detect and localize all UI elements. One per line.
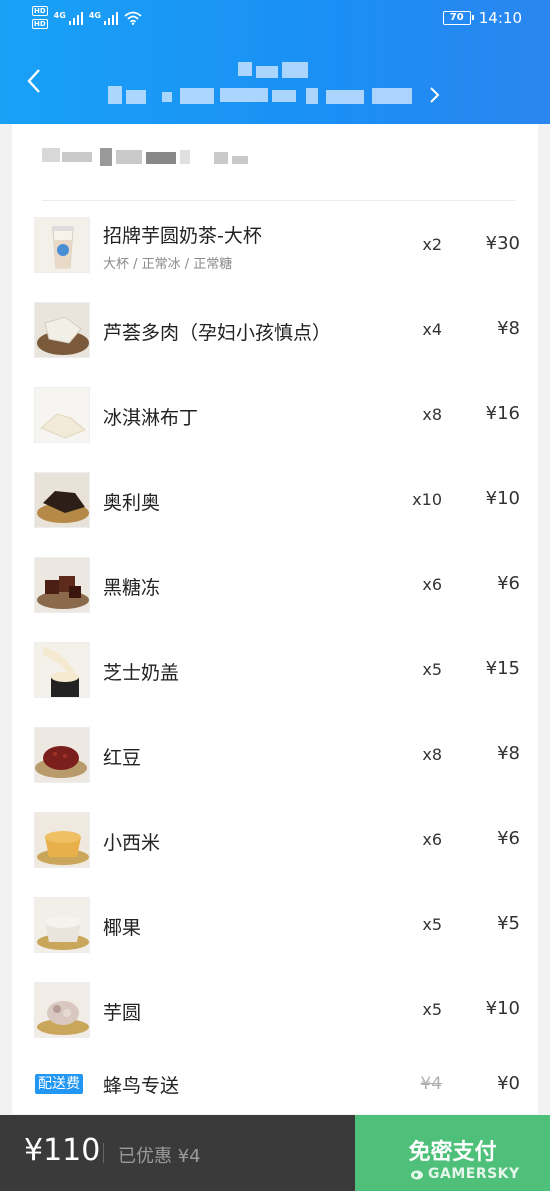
delivery-price: ¥0 xyxy=(497,1073,520,1094)
hd-badge: HD xyxy=(32,6,48,16)
milk-tea-icon xyxy=(34,217,90,273)
list-item[interactable]: 红豆 x8 ¥8 xyxy=(34,727,520,783)
delivery-row: 配送费 蜂鸟专送 ¥4 ¥0 xyxy=(34,1070,520,1100)
delivery-original-price: ¥4 xyxy=(420,1074,442,1094)
item-price: ¥30 xyxy=(485,233,520,254)
item-price: ¥8 xyxy=(497,743,520,764)
list-item[interactable]: 芝士奶盖 x5 ¥15 xyxy=(34,642,520,698)
status-signals: HD HD 4G 4G xyxy=(32,6,142,29)
title-chevron-right-icon[interactable] xyxy=(428,86,440,104)
coconut-jelly-icon xyxy=(34,897,90,953)
list-item[interactable]: 奥利奥 x10 ¥10 xyxy=(34,472,520,528)
wifi-icon xyxy=(124,11,142,25)
item-price: ¥8 xyxy=(497,318,520,339)
item-name: 芋圆 xyxy=(103,1002,142,1024)
total-amount: ¥110 xyxy=(24,1133,101,1168)
pudding-icon xyxy=(34,387,90,443)
header: HD HD 4G 4G 70 14:10 xyxy=(0,0,550,124)
oreo-icon xyxy=(34,472,90,528)
item-qty: x6 xyxy=(422,575,442,594)
delivery-fee-badge: 配送费 xyxy=(35,1074,83,1094)
list-item[interactable]: 椰果 x5 ¥5 xyxy=(34,897,520,953)
list-item[interactable]: 芋圆 x5 ¥10 xyxy=(34,982,520,1038)
item-qty: x6 xyxy=(422,830,442,849)
item-price: ¥5 xyxy=(497,913,520,934)
item-name: 芝士奶盖 xyxy=(103,662,180,684)
item-name: 招牌芋圆奶茶-大杯 xyxy=(103,225,262,247)
item-qty: x5 xyxy=(422,660,442,679)
taro-ball-icon xyxy=(34,982,90,1038)
battery-icon: 70 xyxy=(442,11,474,25)
watermark: GAMERSKY xyxy=(428,1166,520,1182)
list-item[interactable]: 芦荟多肉（孕妇小孩慎点） x4 ¥8 xyxy=(34,302,520,358)
item-price: ¥10 xyxy=(485,488,520,509)
red-bean-icon xyxy=(34,727,90,783)
signal-icon: 4G xyxy=(54,11,83,25)
weibo-logo-icon xyxy=(411,1170,423,1180)
item-qty: x8 xyxy=(422,745,442,764)
item-qty: x2 xyxy=(422,235,442,254)
item-price: ¥15 xyxy=(485,658,520,679)
item-spec: 大杯 / 正常冰 / 正常糖 xyxy=(103,257,233,272)
status-bar: HD HD 4G 4G 70 14:10 xyxy=(0,0,550,40)
divider xyxy=(103,1143,104,1163)
item-qty: x8 xyxy=(422,405,442,424)
item-price: ¥6 xyxy=(497,828,520,849)
item-price: ¥6 xyxy=(497,573,520,594)
cheese-foam-icon xyxy=(34,642,90,698)
item-name: 红豆 xyxy=(103,747,142,769)
signal-icon-2: 4G xyxy=(89,11,118,25)
status-right: 70 14:10 xyxy=(442,9,522,27)
discount-text: 已优惠 ¥4 xyxy=(118,1146,201,1167)
item-name: 芦荟多肉（孕妇小孩慎点） xyxy=(103,322,332,344)
aloe-icon xyxy=(34,302,90,358)
item-qty: x10 xyxy=(412,490,442,509)
item-name: 奥利奥 xyxy=(103,492,161,514)
brown-sugar-jelly-icon xyxy=(34,557,90,613)
list-item[interactable]: 小西米 x6 ¥6 xyxy=(34,812,520,868)
hd-badge-2: HD xyxy=(32,19,48,29)
item-name: 黑糖冻 xyxy=(103,577,161,599)
back-chevron-icon[interactable] xyxy=(26,68,42,94)
item-name: 小西米 xyxy=(103,832,161,854)
item-price: ¥16 xyxy=(485,403,520,424)
clock: 14:10 xyxy=(478,9,522,27)
order-card: 招牌芋圆奶茶-大杯 大杯 / 正常冰 / 正常糖 x2 ¥30 芦荟多肉（孕妇小… xyxy=(12,124,538,1114)
divider xyxy=(42,200,516,201)
list-item[interactable]: 冰淇淋布丁 x8 ¥16 xyxy=(34,387,520,443)
list-item[interactable]: 招牌芋圆奶茶-大杯 大杯 / 正常冰 / 正常糖 x2 ¥30 xyxy=(34,217,520,273)
item-qty: x5 xyxy=(422,1000,442,1019)
item-price: ¥10 xyxy=(485,998,520,1019)
item-qty: x4 xyxy=(422,320,442,339)
item-qty: x5 xyxy=(422,915,442,934)
item-name: 冰淇淋布丁 xyxy=(103,407,199,429)
delivery-name: 蜂鸟专送 xyxy=(103,1075,180,1097)
item-name: 椰果 xyxy=(103,917,142,939)
list-item[interactable]: 黑糖冻 x6 ¥6 xyxy=(34,557,520,613)
sago-icon xyxy=(34,812,90,868)
